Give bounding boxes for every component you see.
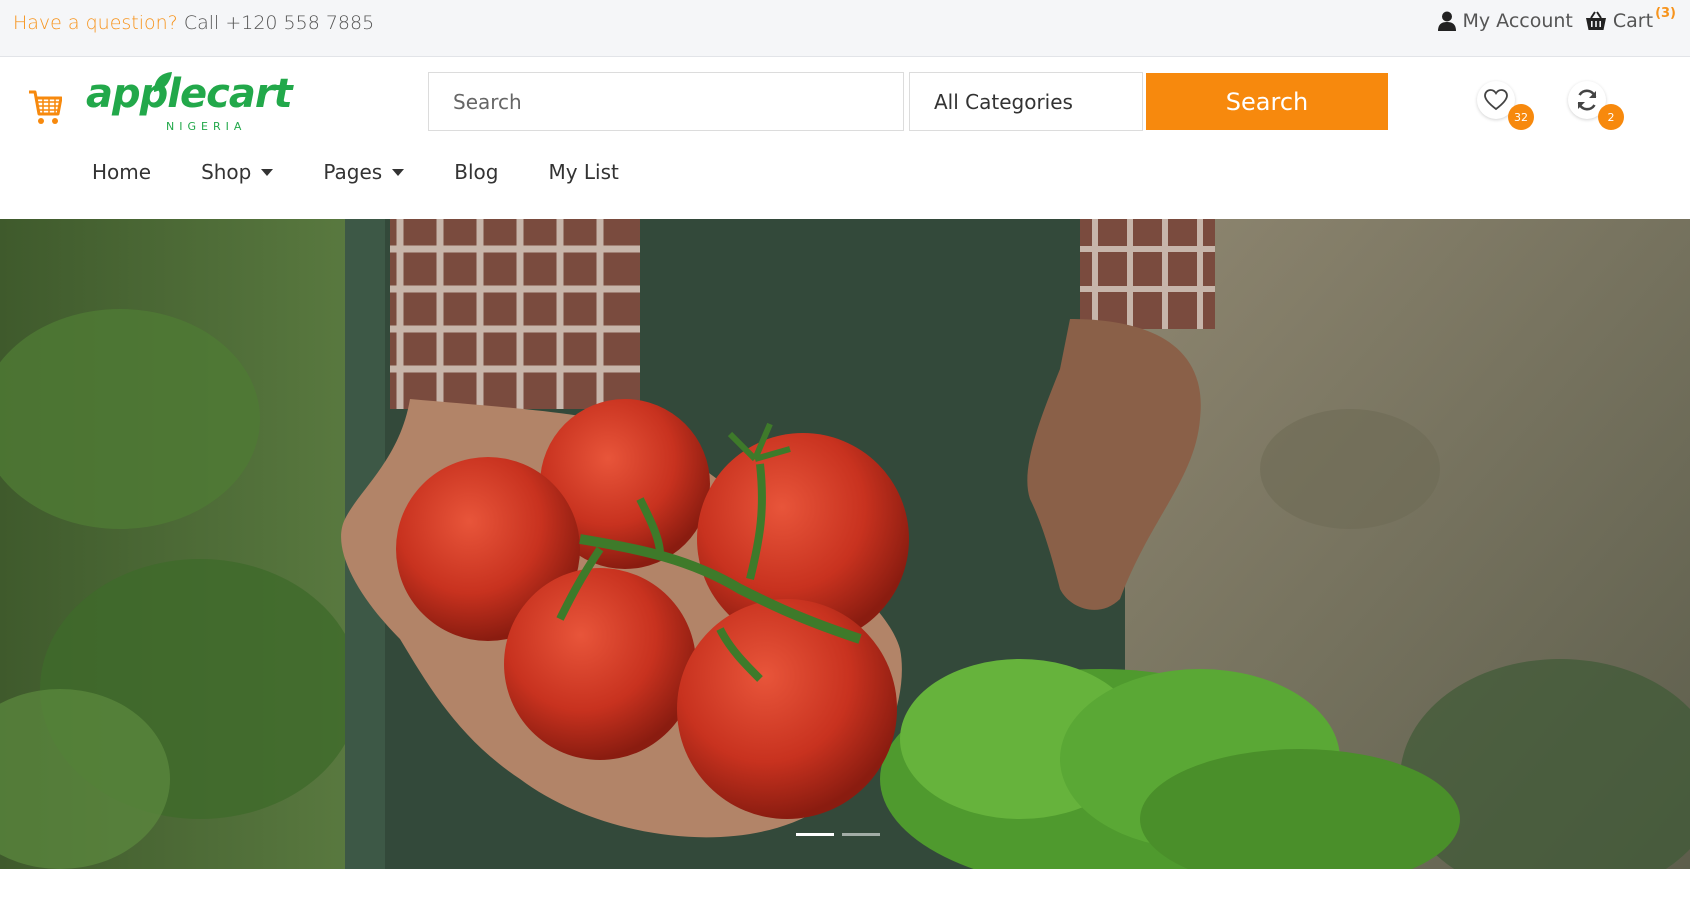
hero-slider[interactable] <box>0 219 1690 869</box>
nav-my-list[interactable]: My List <box>548 160 618 184</box>
logo-wordmark: applecart <box>86 71 293 117</box>
nav-pages-label: Pages <box>323 160 383 184</box>
nav-pages[interactable]: Pages <box>323 160 405 184</box>
my-account-link[interactable]: My Account <box>1438 10 1573 32</box>
nav-my-list-label: My List <box>548 160 619 184</box>
top-bar: Have a question? Call +120 558 7885 My A… <box>0 0 1690 57</box>
cart-link[interactable]: Cart (3) <box>1585 6 1676 32</box>
nav-home[interactable]: Home <box>92 160 151 184</box>
compare-count-badge: 2 <box>1598 104 1624 130</box>
nav-shop[interactable]: Shop <box>201 160 274 184</box>
cart-label: Cart <box>1612 10 1654 32</box>
nav-shop-label: Shop <box>201 160 252 184</box>
wishlist-count-badge: 32 <box>1508 104 1534 130</box>
basket-icon <box>1585 11 1606 30</box>
category-select[interactable]: All Categories <box>909 72 1143 131</box>
heart-icon <box>1484 89 1508 111</box>
cart-count-badge: (3) <box>1655 5 1676 21</box>
my-account-label: My Account <box>1462 10 1573 32</box>
top-bar-actions: My Account Cart (3) <box>1438 6 1676 32</box>
nav-blog-label: Blog <box>454 160 499 184</box>
refresh-icon <box>1577 89 1597 111</box>
question-label: Have a question? <box>13 12 178 34</box>
cart-logo-icon <box>29 90 62 124</box>
phone-link[interactable]: Call +120 558 7885 <box>184 12 374 34</box>
slider-dot-2[interactable] <box>842 833 880 836</box>
slider-dot-1[interactable] <box>796 833 834 836</box>
caret-down-icon <box>392 168 405 176</box>
search-button[interactable]: Search <box>1146 73 1388 130</box>
applecart-logo[interactable]: applecart NIGERIA <box>28 70 293 134</box>
logo-word-apple: apple <box>86 71 207 117</box>
hero-image-tomatoes <box>0 219 1690 869</box>
nav-home-label: Home <box>92 160 152 184</box>
search-input[interactable] <box>428 72 904 131</box>
logo-word-cart: cart <box>206 71 293 117</box>
nav-blog[interactable]: Blog <box>454 160 498 184</box>
logo-subtitle: NIGERIA <box>166 120 247 133</box>
slider-pagination <box>796 833 880 836</box>
caret-down-icon <box>261 168 274 176</box>
contact-info: Have a question? Call +120 558 7885 <box>13 12 374 34</box>
main-nav: Home Shop Pages Blog My List <box>92 160 669 184</box>
category-selected-value: All Categories <box>934 89 1073 114</box>
user-icon <box>1438 11 1457 31</box>
